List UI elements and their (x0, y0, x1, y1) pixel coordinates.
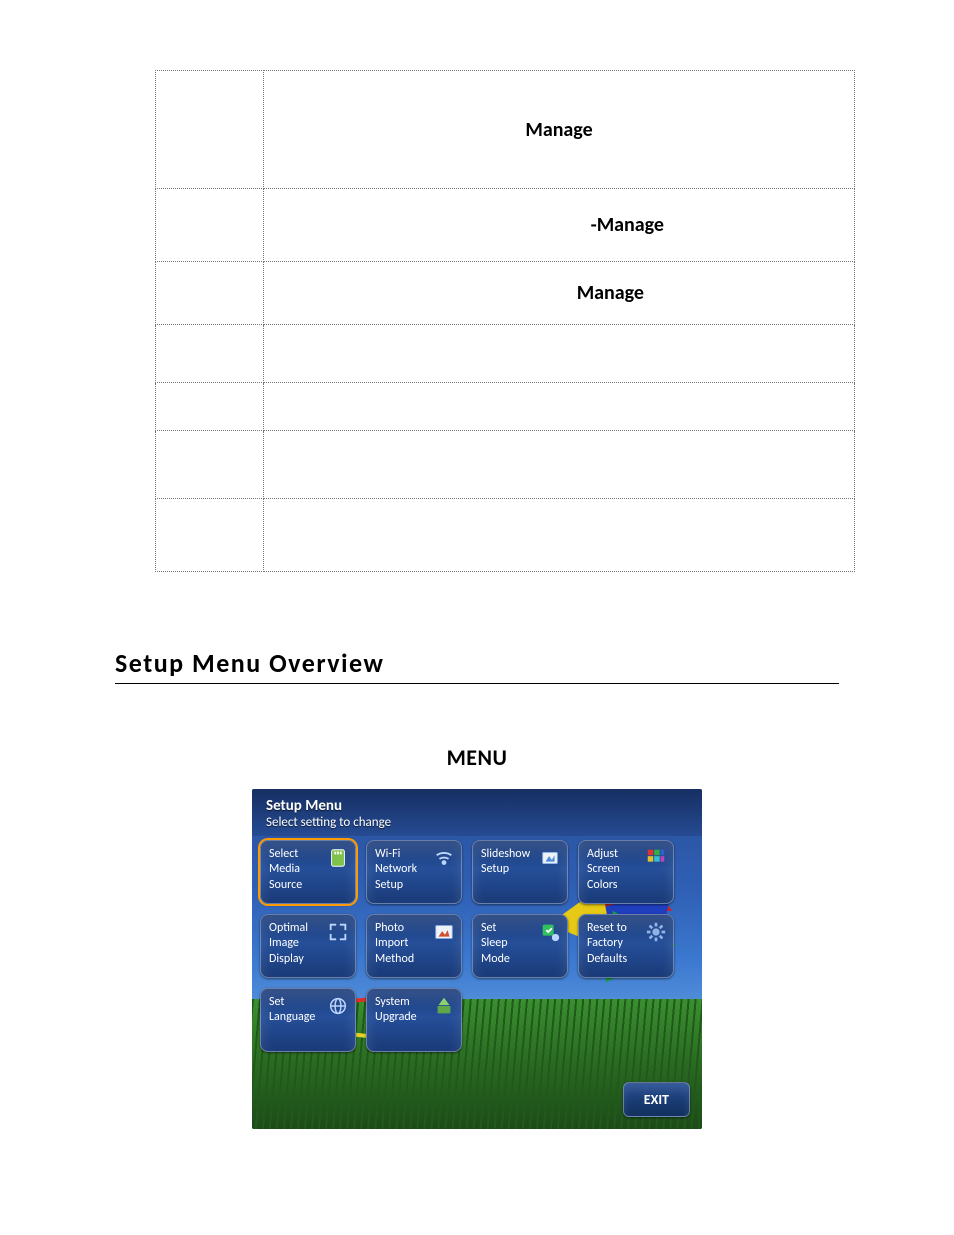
tile-set-sleep-mode[interactable]: Set Sleep Mode (472, 914, 568, 978)
table-cell (156, 499, 264, 572)
expand-icon (327, 921, 349, 943)
upgrade-icon (433, 995, 455, 1017)
sleep-icon (539, 921, 561, 943)
tile-set-language[interactable]: Set Language (260, 988, 356, 1052)
tile-line: Setup (375, 878, 453, 893)
tile-wifi-network-setup[interactable]: Wi-Fi Network Setup (366, 840, 462, 904)
table-cell (156, 383, 264, 431)
slideshow-icon (539, 847, 561, 869)
tile-line: Colors (587, 878, 665, 893)
setup-menu-screenshot: Setup Menu Select setting to change Sele… (252, 789, 702, 1129)
table-cell (156, 71, 264, 189)
setup-menu-title: Setup Menu (266, 797, 688, 815)
tile-adjust-screen-colors[interactable]: Adjust Screen Colors (578, 840, 674, 904)
tile-line: Defaults (587, 952, 665, 967)
menu-label: MENU (115, 744, 839, 771)
setup-menu-subtitle: Select setting to change (266, 815, 688, 830)
section-heading: Setup Menu Overview (115, 647, 839, 679)
heading-rule (115, 683, 839, 684)
sd-card-icon (327, 847, 349, 869)
tile-select-media-source[interactable]: Select Media Source (260, 840, 356, 904)
table-cell: Manage (264, 262, 855, 325)
table-cell (264, 431, 855, 499)
tile-line: Method (375, 952, 453, 967)
table-cell (264, 325, 855, 383)
tile-line: Source (269, 878, 347, 893)
table-cell (264, 499, 855, 572)
tile-reset-factory-defaults[interactable]: Reset to Factory Defaults (578, 914, 674, 978)
table-cell (156, 431, 264, 499)
wifi-icon (433, 847, 455, 869)
tile-photo-import-method[interactable]: Photo Import Method (366, 914, 462, 978)
import-icon (433, 921, 455, 943)
table-cell (264, 383, 855, 431)
tile-system-upgrade[interactable]: System Upgrade (366, 988, 462, 1052)
tile-optimal-image-display[interactable]: Optimal Image Display (260, 914, 356, 978)
globe-icon (327, 995, 349, 1017)
tile-slideshow-setup[interactable]: Slideshow Setup (472, 840, 568, 904)
table-cell (156, 262, 264, 325)
manage-table: Manage -Manage Manage (155, 70, 855, 572)
table-cell: -Manage (264, 189, 855, 262)
table-cell (156, 325, 264, 383)
tile-line: Display (269, 952, 347, 967)
gear-icon (645, 921, 667, 943)
setup-tile-grid: Select Media Source Wi-Fi Network Setup (252, 836, 702, 1052)
exit-button[interactable]: EXIT (623, 1082, 690, 1117)
color-grid-icon (645, 847, 667, 869)
table-cell (156, 189, 264, 262)
table-cell: Manage (264, 71, 855, 189)
setup-menu-header: Setup Menu Select setting to change (252, 789, 702, 836)
tile-line: Mode (481, 952, 559, 967)
